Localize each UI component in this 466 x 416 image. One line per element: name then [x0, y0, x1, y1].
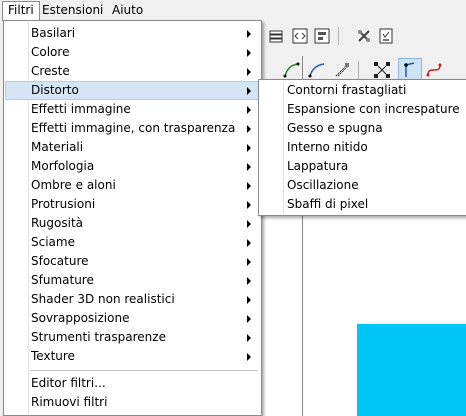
submenu-item-contorni-frastagliati[interactable]: Contorni frastagliati — [260, 81, 465, 100]
menu-filtri[interactable]: Filtri — [2, 1, 40, 21]
menu-item-colore[interactable]: Colore — [5, 43, 260, 62]
menu-item-sovrapposizione[interactable]: Sovrapposizione — [5, 309, 260, 328]
bezier-tool-icon[interactable] — [282, 60, 302, 80]
menu-item-creste[interactable]: Creste — [5, 62, 260, 81]
xml-editor-icon[interactable] — [290, 26, 310, 46]
menu-aiuto[interactable]: Aiuto — [107, 2, 148, 18]
submenu-item-oscillazione[interactable]: Oscillazione — [260, 176, 465, 195]
distort-submenu: Contorni frastagliati Espansione con inc… — [258, 79, 466, 216]
submenu-arrow-icon — [247, 315, 251, 323]
submenu-arrow-icon — [247, 68, 251, 76]
submenu-arrow-icon — [247, 49, 251, 57]
submenu-item-interno-nitido[interactable]: Interno nitido — [260, 138, 465, 157]
menu-item-texture[interactable]: Texture — [5, 347, 260, 366]
submenu-arrow-icon — [247, 106, 251, 114]
submenu-arrow-icon — [247, 220, 251, 228]
submenu-arrow-icon — [247, 277, 251, 285]
menu-item-sfumature[interactable]: Sfumature — [5, 271, 260, 290]
menu-separator — [30, 370, 258, 371]
path-effect-icon[interactable] — [424, 60, 444, 80]
toolbar-separator — [358, 61, 359, 79]
submenu-item-gesso-spugna[interactable]: Gesso e spugna — [260, 119, 465, 138]
layers-icon[interactable] — [266, 26, 286, 46]
transform-handles-icon[interactable] — [372, 60, 392, 80]
menu-item-shader-3d[interactable]: Shader 3D non realistici — [5, 290, 260, 309]
submenu-arrow-icon — [247, 163, 251, 171]
submenu-arrow-icon — [247, 239, 251, 247]
submenu-arrow-icon — [247, 125, 251, 133]
submenu-item-lappatura[interactable]: Lappatura — [260, 157, 465, 176]
filters-menu: Basilari Colore Creste Distorto Effetti … — [3, 20, 262, 416]
menu-item-protrusioni[interactable]: Protrusioni — [5, 195, 260, 214]
menu-item-morfologia[interactable]: Morfologia — [5, 157, 260, 176]
menubar: Filtri Estensioni Aiuto — [0, 0, 466, 21]
menu-item-rugosita[interactable]: Rugosità — [5, 214, 260, 233]
submenu-item-espansione-increspature[interactable]: Espansione con increspature — [260, 100, 465, 119]
submenu-arrow-icon — [247, 30, 251, 38]
node-grid-icon[interactable] — [332, 60, 352, 80]
submenu-arrow-icon — [247, 201, 251, 209]
menu-item-editor-filtri[interactable]: Editor filtri... — [5, 374, 260, 393]
menu-item-materiali[interactable]: Materiali — [5, 138, 260, 157]
menu-item-strumenti-trasparenze[interactable]: Strumenti trasparenze — [5, 328, 260, 347]
menu-item-sciame[interactable]: Sciame — [5, 233, 260, 252]
submenu-arrow-icon — [247, 296, 251, 304]
spiro-path-icon[interactable] — [307, 60, 327, 80]
align-icon[interactable] — [312, 26, 332, 46]
toolbar-separator — [338, 27, 339, 45]
menu-estensioni[interactable]: Estensioni — [37, 2, 108, 18]
document-properties-icon[interactable] — [376, 26, 396, 46]
menu-item-basilari[interactable]: Basilari — [5, 24, 260, 43]
submenu-arrow-icon — [247, 334, 251, 342]
submenu-arrow-icon — [247, 144, 251, 152]
menu-item-effetti-immagine-trasparenza[interactable]: Effetti immagine, con trasparenza — [5, 119, 260, 138]
menu-item-rimuovi-filtri[interactable]: Rimuovi filtri — [5, 393, 260, 412]
submenu-arrow-icon — [247, 353, 251, 361]
menu-item-ombre-aloni[interactable]: Ombre e aloni — [5, 176, 260, 195]
submenu-arrow-icon — [247, 182, 251, 190]
submenu-arrow-icon — [247, 258, 251, 266]
preferences-icon[interactable] — [354, 26, 374, 46]
submenu-item-sbaffi-pixel[interactable]: Sbaffi di pixel — [260, 195, 465, 214]
menu-item-distorto[interactable]: Distorto — [5, 81, 260, 100]
menu-item-sfocature[interactable]: Sfocature — [5, 252, 260, 271]
submenu-arrow-icon — [247, 87, 251, 95]
menu-item-effetti-immagine[interactable]: Effetti immagine — [5, 100, 260, 119]
toolbar — [262, 20, 466, 82]
canvas-cyan-shape[interactable] — [357, 324, 466, 416]
